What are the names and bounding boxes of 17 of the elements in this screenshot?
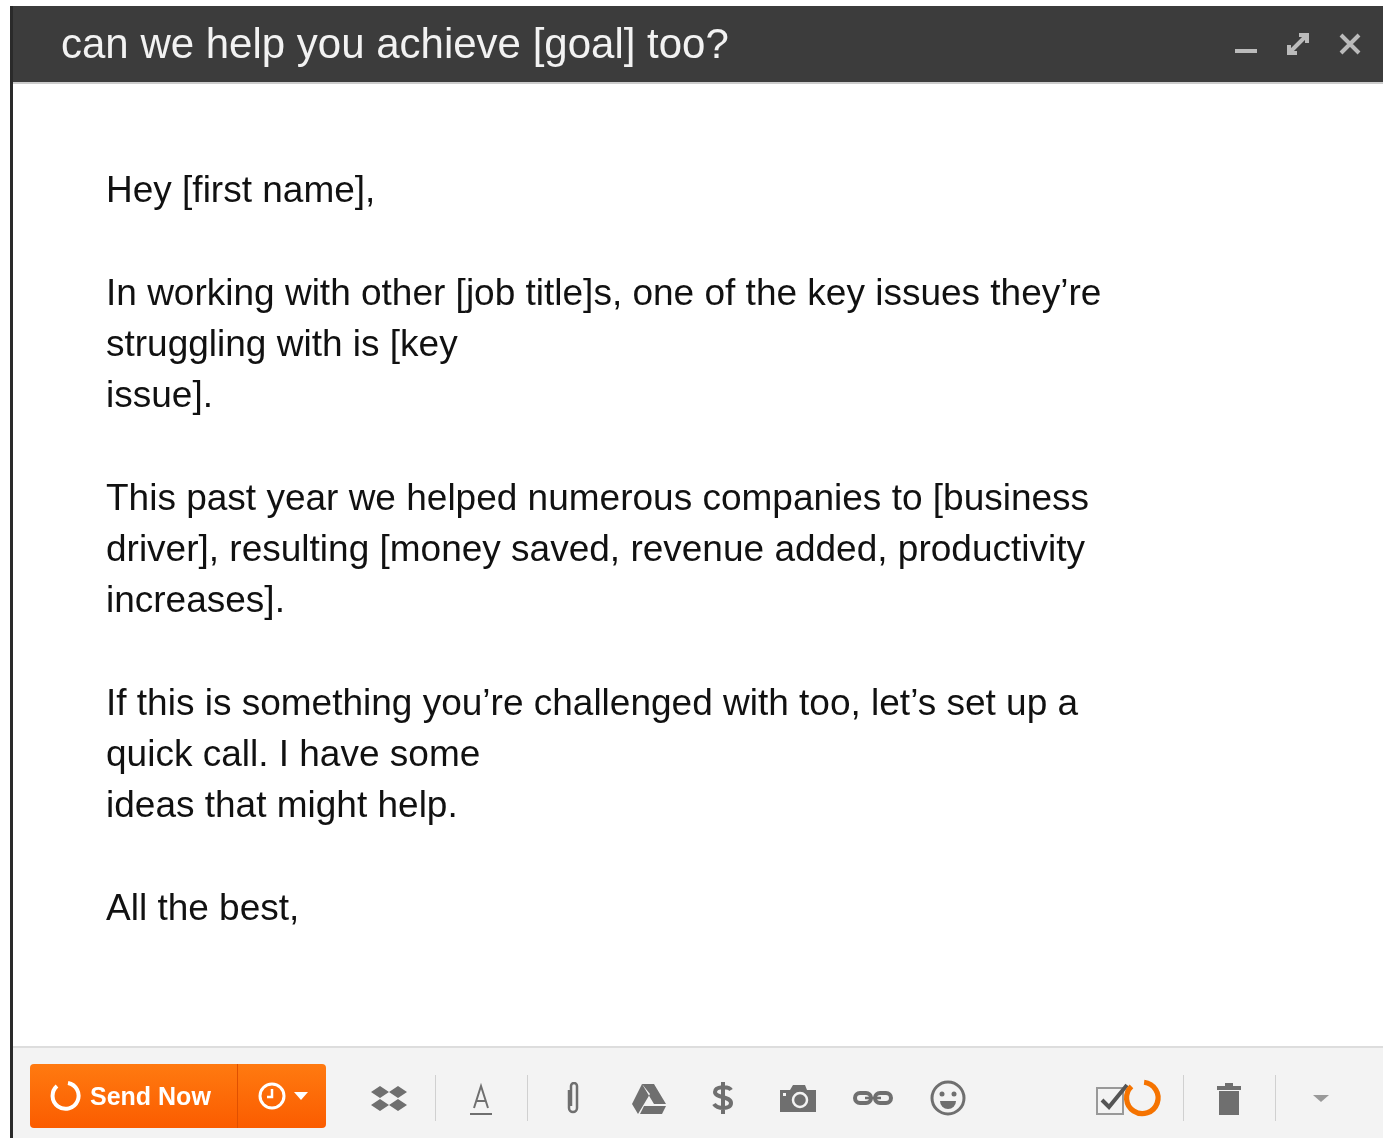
paperclip-icon: [567, 1082, 580, 1114]
body-text-line: driver], resulting [money saved, revenue added, productivity: [106, 527, 1086, 571]
send-now-button[interactable]: Send Now: [30, 1064, 238, 1128]
expand-icon[interactable]: [1285, 31, 1311, 57]
body-text-line: quick call. I have some: [106, 732, 482, 776]
body-text-line: In working with other [job title]s, one of the key issues they’re: [106, 271, 1103, 315]
dropdown-caret-icon: [1312, 1093, 1331, 1103]
body-text-line: struggling with is [key: [106, 322, 459, 366]
body-text-line: All the best,: [106, 886, 301, 930]
window-title: can we help you achieve [goal] too?: [61, 20, 730, 68]
body-text-line: issue].: [106, 373, 214, 417]
close-icon[interactable]: [1337, 31, 1363, 57]
body-text-line: ideas that might help.: [106, 783, 459, 827]
body-text-line: increases].: [106, 578, 286, 622]
body-text-line: This past year we helped numerous companies to [business: [106, 476, 1091, 520]
body-text-line: Hey [first name],: [106, 168, 377, 212]
body-text-line: If this is something you’re challenged with too, let’s set up a: [106, 681, 1080, 725]
